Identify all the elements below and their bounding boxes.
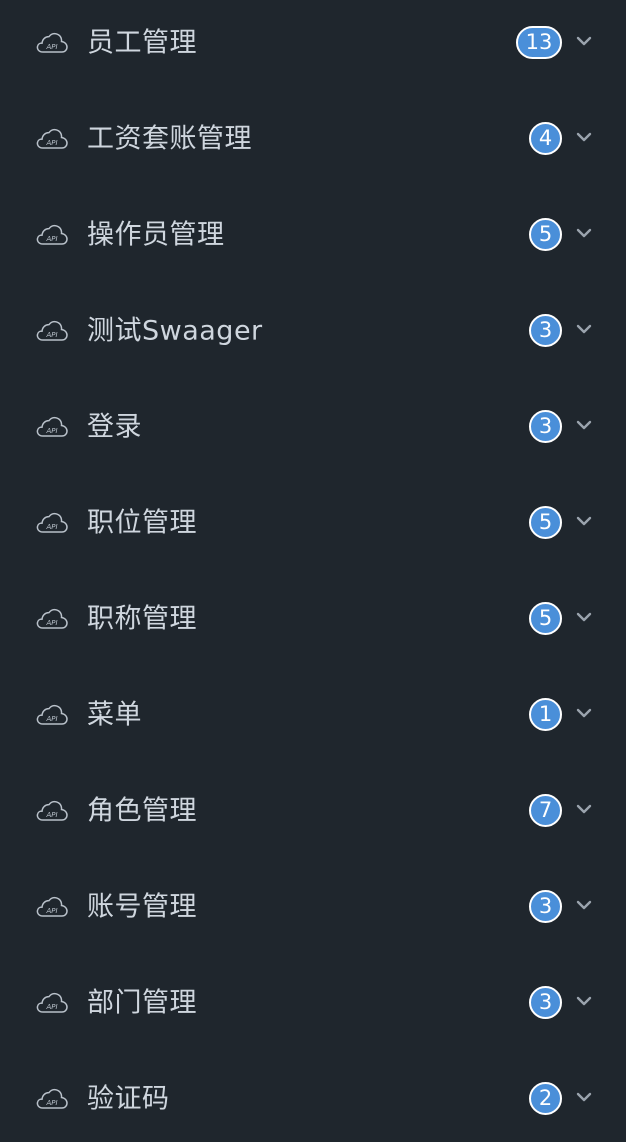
api-cloud-icon: API — [36, 32, 68, 54]
menu-item-position-management[interactable]: API 职位管理 5 — [0, 475, 626, 571]
menu-item-operator-management[interactable]: API 操作员管理 5 — [0, 187, 626, 283]
count-badge: 3 — [529, 410, 562, 443]
api-cloud-icon: API — [36, 992, 68, 1014]
svg-text:API: API — [45, 139, 57, 147]
chevron-down-icon[interactable] — [575, 323, 593, 335]
menu-item-label: 职位管理 — [87, 507, 197, 539]
svg-text:API: API — [45, 43, 57, 51]
chevron-down-icon[interactable] — [575, 1091, 593, 1103]
svg-text:API: API — [45, 619, 57, 627]
count-badge: 5 — [529, 506, 562, 539]
svg-text:API: API — [45, 331, 57, 339]
chevron-down-icon[interactable] — [575, 899, 593, 911]
chevron-down-icon[interactable] — [575, 227, 593, 239]
chevron-down-icon[interactable] — [575, 707, 593, 719]
menu-item-label: 验证码 — [87, 1083, 170, 1115]
api-cloud-icon: API — [36, 512, 68, 534]
chevron-down-icon[interactable] — [575, 35, 593, 47]
count-badge: 1 — [529, 698, 562, 731]
menu-item-label: 菜单 — [87, 699, 142, 731]
api-cloud-icon: API — [36, 800, 68, 822]
count-badge: 5 — [529, 218, 562, 251]
menu-item-title-management[interactable]: API 职称管理 5 — [0, 571, 626, 667]
api-cloud-icon: API — [36, 1088, 68, 1110]
menu-item-account-management[interactable]: API 账号管理 3 — [0, 859, 626, 955]
svg-text:API: API — [45, 907, 57, 915]
svg-text:API: API — [45, 1003, 57, 1011]
api-cloud-icon: API — [36, 896, 68, 918]
api-cloud-icon: API — [36, 320, 68, 342]
menu-item-department-management[interactable]: API 部门管理 3 — [0, 955, 626, 1051]
svg-text:API: API — [45, 1099, 57, 1107]
api-cloud-icon: API — [36, 416, 68, 438]
chevron-down-icon[interactable] — [575, 611, 593, 623]
menu-item-role-management[interactable]: API 角色管理 7 — [0, 763, 626, 859]
svg-text:API: API — [45, 715, 57, 723]
menu-item-login[interactable]: API 登录 3 — [0, 379, 626, 475]
menu-item-menu[interactable]: API 菜单 1 — [0, 667, 626, 763]
chevron-down-icon[interactable] — [575, 515, 593, 527]
menu-item-label: 登录 — [87, 411, 142, 443]
menu-item-label: 测试Swaager — [87, 315, 263, 347]
menu-item-salary-account-management[interactable]: API 工资套账管理 4 — [0, 91, 626, 187]
count-badge: 5 — [529, 602, 562, 635]
menu-item-label: 账号管理 — [87, 891, 197, 923]
menu-item-label: 操作员管理 — [87, 219, 225, 251]
chevron-down-icon[interactable] — [575, 131, 593, 143]
count-badge: 3 — [529, 314, 562, 347]
svg-text:API: API — [45, 523, 57, 531]
chevron-down-icon[interactable] — [575, 419, 593, 431]
menu-item-label: 部门管理 — [87, 987, 197, 1019]
svg-text:API: API — [45, 811, 57, 819]
menu-item-employee-management[interactable]: API 员工管理 13 — [0, 0, 626, 91]
count-badge: 3 — [529, 890, 562, 923]
menu-item-label: 工资套账管理 — [87, 123, 252, 155]
menu-item-label: 员工管理 — [87, 27, 197, 59]
count-badge: 7 — [529, 794, 562, 827]
count-badge: 4 — [529, 122, 562, 155]
svg-text:API: API — [45, 427, 57, 435]
api-group-menu: API 员工管理 13 API 工资套账管理 4 API 操作员管理 5 API… — [0, 0, 626, 1142]
chevron-down-icon[interactable] — [575, 995, 593, 1007]
api-cloud-icon: API — [36, 128, 68, 150]
menu-item-label: 职称管理 — [87, 603, 197, 635]
count-badge: 13 — [516, 26, 562, 59]
count-badge: 2 — [529, 1082, 562, 1115]
api-cloud-icon: API — [36, 608, 68, 630]
api-cloud-icon: API — [36, 224, 68, 246]
count-badge: 3 — [529, 986, 562, 1019]
api-cloud-icon: API — [36, 704, 68, 726]
menu-item-label: 角色管理 — [87, 795, 197, 827]
chevron-down-icon[interactable] — [575, 803, 593, 815]
menu-item-captcha[interactable]: API 验证码 2 — [0, 1051, 626, 1142]
menu-item-test-swaager[interactable]: API 测试Swaager 3 — [0, 283, 626, 379]
svg-text:API: API — [45, 235, 57, 243]
